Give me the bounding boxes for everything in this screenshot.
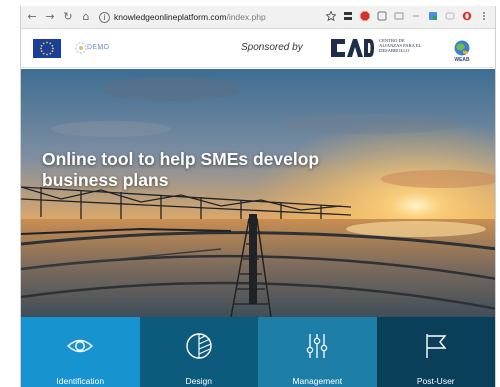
demo-logo-text: DEMO <box>87 44 110 51</box>
opera-icon[interactable] <box>461 10 472 21</box>
url-host: knowledgeonlineplatform.com <box>114 12 227 22</box>
design-circle-icon <box>186 333 212 359</box>
tile-label: Identification <box>56 376 105 386</box>
url-path: /index.php <box>226 12 266 22</box>
adblock-icon[interactable] <box>359 10 370 21</box>
hero-banner: Online tool to help SMEs develop busines… <box>21 69 495 317</box>
browser-toolbar: ← → ↻ ⌂ i knowledgeonlineplatform.com/in… <box>21 6 495 29</box>
translate-icon[interactable] <box>427 10 438 21</box>
address-bar[interactable]: i knowledgeonlineplatform.com/index.php <box>99 9 266 25</box>
pocket-icon[interactable] <box>444 10 455 21</box>
forward-icon[interactable]: → <box>43 10 57 24</box>
phase-tiles: Identification Design Management Post-Us… <box>21 317 495 387</box>
cast-icon[interactable] <box>393 10 404 21</box>
extension-icon[interactable] <box>376 10 387 21</box>
tile-label: Post-User <box>416 376 455 386</box>
hero-background-image <box>21 69 495 317</box>
back-icon[interactable]: ← <box>25 10 39 24</box>
sliders-icon <box>307 334 328 358</box>
layers-icon[interactable] <box>342 10 353 21</box>
home-icon[interactable]: ⌂ <box>79 10 93 24</box>
cad-logo-text: CENTRO DE ALIANZAS PARA EL DESARROLLO <box>379 38 422 54</box>
extension-icons <box>319 10 489 21</box>
sponsored-label: Sponsored by <box>241 42 303 53</box>
browser-window: ← → ↻ ⌂ i knowledgeonlineplatform.com/in… <box>20 6 496 387</box>
menu-icon[interactable] <box>478 10 489 21</box>
site-header: ●● DEMO Sponsored by CENTRO DE ALIANZAS … <box>21 30 495 68</box>
bookmark-star-icon[interactable] <box>325 10 336 21</box>
cad-logo-icon[interactable] <box>329 35 375 61</box>
tile-identification[interactable]: Identification <box>21 317 140 387</box>
tile-label: Design <box>185 376 212 386</box>
tile-design[interactable]: Design <box>139 317 258 387</box>
info-icon[interactable]: i <box>99 11 110 23</box>
dash-icon[interactable] <box>410 10 421 21</box>
tile-management[interactable]: Management <box>258 317 377 387</box>
tile-label: Management <box>292 376 343 386</box>
tile-post-user[interactable]: Post-User <box>376 317 495 387</box>
hero-title: Online tool to help SMEs develop busines… <box>42 149 320 190</box>
weab-logo-text: WEAB <box>454 57 470 63</box>
reload-icon[interactable]: ↻ <box>61 10 75 24</box>
eu-flag-icon <box>33 39 61 58</box>
eye-icon <box>67 339 94 353</box>
flag-icon <box>426 334 447 358</box>
